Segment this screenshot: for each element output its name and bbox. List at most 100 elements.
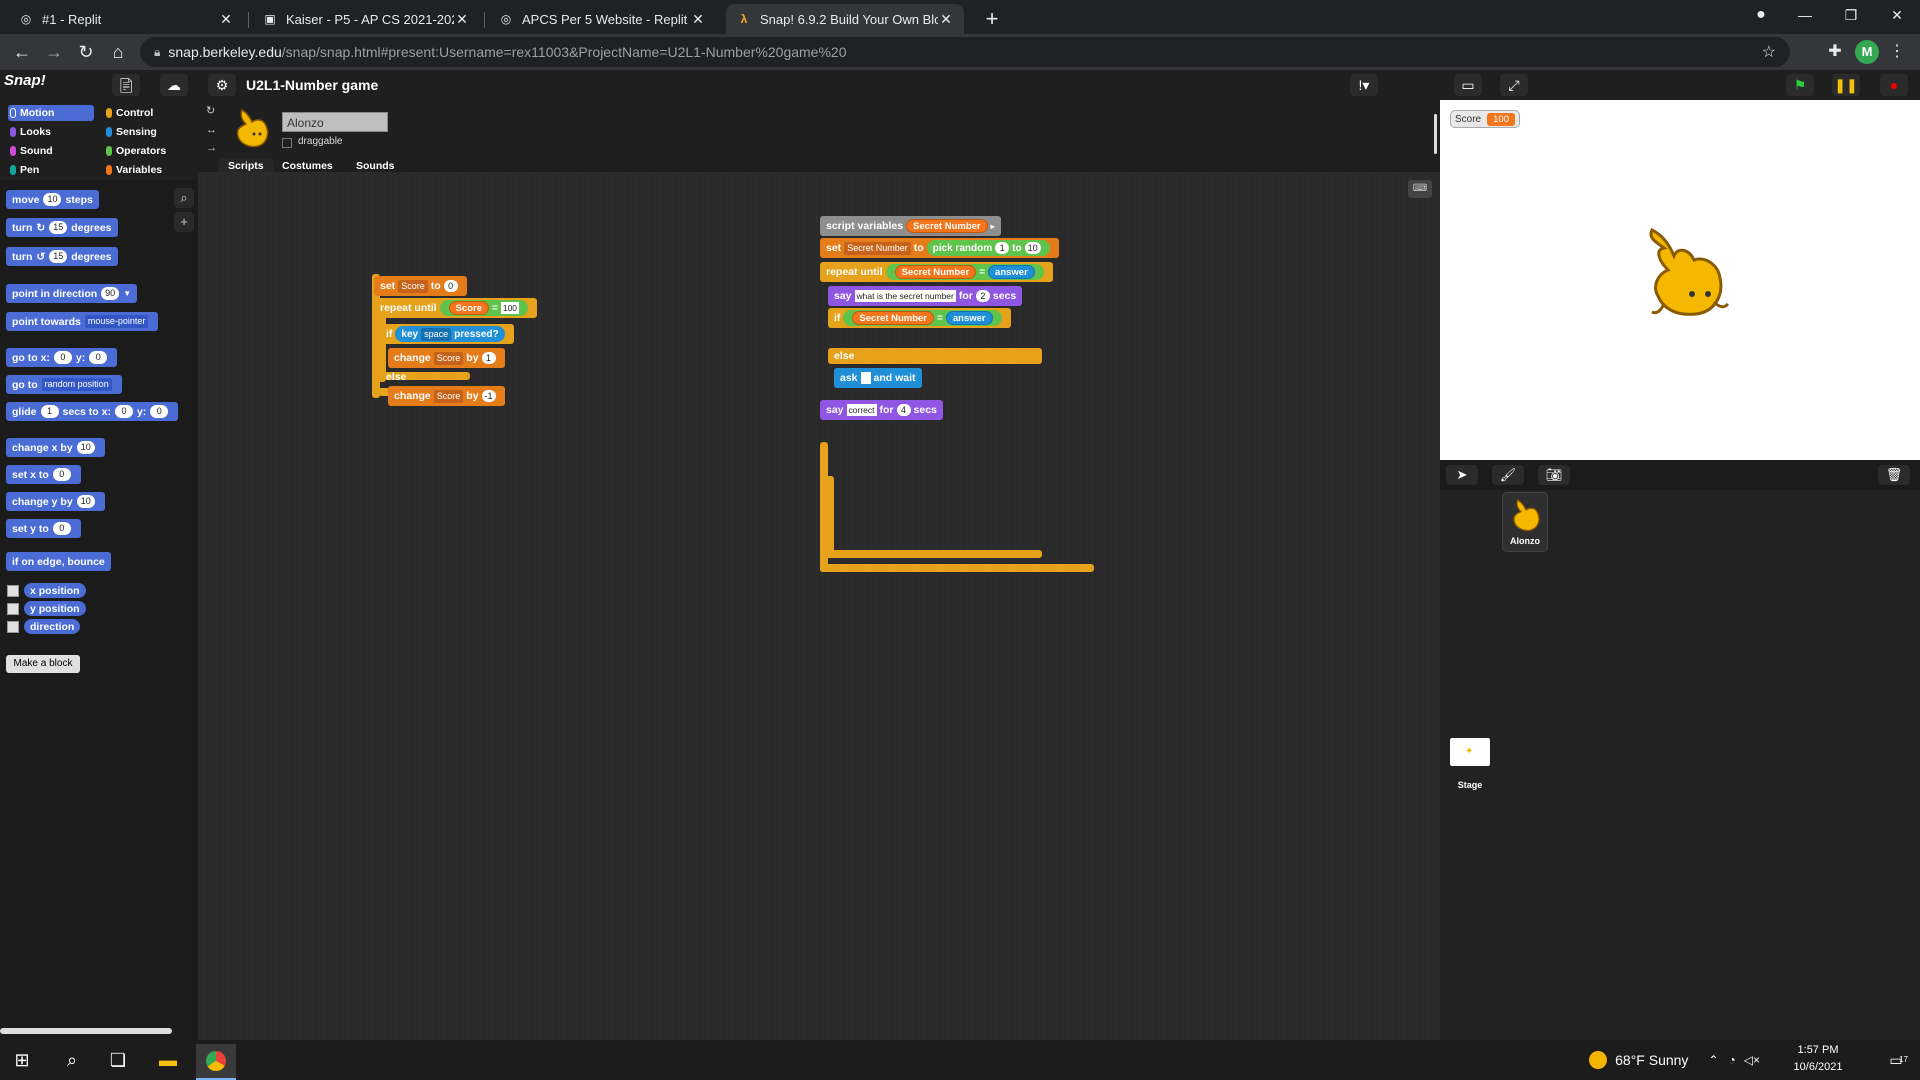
add-block-icon[interactable]: + [174, 212, 194, 232]
trash-icon[interactable]: 🗑︎ [1878, 465, 1910, 485]
block-slot[interactable]: 90 [101, 287, 120, 300]
secret-number-variable[interactable]: Secret Number [852, 311, 935, 325]
reporter-y-position[interactable]: y position [24, 601, 86, 616]
chrome-taskbar-icon[interactable] [196, 1044, 236, 1080]
camera-icon[interactable]: 📷︎ [1538, 465, 1570, 485]
block-slot[interactable]: 15 [49, 221, 68, 234]
file-icon[interactable]: 📄︎ [112, 74, 140, 96]
equals-predicate[interactable]: Secret Number = answer [843, 310, 1002, 326]
arrow-right-icon[interactable]: ▸ [991, 222, 995, 231]
block-dropdown[interactable]: mouse-pointer [84, 315, 149, 328]
block-turn-clockwise[interactable]: turn ↻ 15 degrees [6, 218, 118, 237]
block-move[interactable]: move 10 steps [6, 190, 99, 209]
settings-gear-icon[interactable]: ⚙ [208, 74, 236, 96]
block-change-score-down[interactable]: change Score by -1 [388, 386, 505, 406]
answer-reporter[interactable]: answer [945, 311, 993, 325]
close-tab-icon[interactable]: ✕ [690, 11, 706, 28]
stop-icon[interactable]: ● [1880, 74, 1908, 96]
score-watcher[interactable]: Score 100 [1450, 110, 1520, 128]
home-icon[interactable]: ⌂ [104, 38, 132, 66]
block-if-on-edge-bounce[interactable]: if on edge, bounce [6, 552, 111, 571]
key-dropdown[interactable]: space [421, 327, 452, 341]
value-slot[interactable]: 100 [500, 302, 520, 314]
equals-predicate[interactable]: Score = 100 [439, 300, 529, 316]
category-variables[interactable]: Variables [104, 162, 190, 178]
presentation-mode-icon[interactable]: ⤢ [1500, 74, 1528, 96]
category-control[interactable]: Control [104, 105, 190, 121]
tray-chevron-icon[interactable]: ⌃ [1708, 1053, 1718, 1067]
secret-number-variable[interactable]: Secret Number [894, 265, 977, 279]
block-set-x[interactable]: set x to 0 [6, 465, 81, 484]
new-tab-button[interactable]: + [978, 5, 1006, 33]
text-slot[interactable]: correct [846, 404, 877, 416]
block-slot[interactable]: 10 [76, 495, 95, 508]
weather-text[interactable]: 68°F Sunny [1615, 1052, 1688, 1068]
block-slot[interactable]: 0 [114, 405, 133, 418]
block-if-else[interactable]: if Secret Number = answer [828, 308, 1011, 328]
category-looks[interactable]: Looks [8, 124, 94, 140]
reporter-direction[interactable]: direction [24, 619, 81, 634]
reporter-x-position[interactable]: x position [24, 583, 86, 598]
block-slot[interactable]: 0 [89, 351, 108, 364]
close-tab-icon[interactable]: ✕ [454, 11, 470, 28]
restore-button[interactable]: ❐ [1828, 0, 1874, 32]
forward-icon[interactable]: → [40, 38, 68, 66]
block-glide[interactable]: glide 1 secs to x: 0 y: 0 [6, 402, 179, 421]
search-blocks-icon[interactable]: ⌕ [174, 188, 194, 208]
watcher-checkbox[interactable] [7, 621, 19, 633]
address-bar[interactable]: 🔒︎ snap.berkeley.edu/snap/snap.html#pres… [140, 37, 1790, 67]
stage[interactable]: Score 100 [1440, 100, 1920, 460]
block-script-variables[interactable]: script variables Secret Number ▸ [820, 216, 1001, 236]
equals-predicate[interactable]: Secret Number = answer [885, 264, 1044, 280]
extensions-icon[interactable]: ✚ [1822, 39, 1848, 65]
notification-icon[interactable]: ▭ 17 [1884, 1048, 1908, 1072]
value-slot[interactable]: 10 [1024, 242, 1041, 254]
palette-scrollbar[interactable] [0, 1028, 172, 1034]
block-slot[interactable]: 10 [43, 193, 62, 206]
normal-stage-icon[interactable]: ▭ [1454, 74, 1482, 96]
value-slot[interactable]: -1 [481, 390, 496, 402]
taskbar-clock[interactable]: 1:57 PM 10/6/2021 [1778, 1042, 1858, 1076]
close-tab-icon[interactable]: ✕ [938, 11, 954, 28]
block-go-to-xy[interactable]: go to x: 0 y: 0 [6, 348, 118, 367]
block-set-secret-number[interactable]: set Secret Number to pick random 1 to 10 [820, 238, 1059, 258]
snap-logo[interactable]: Snap! [4, 72, 52, 98]
key-pressed-predicate[interactable]: key space pressed? [395, 326, 505, 342]
scripts-area[interactable]: ⌨ set Score to 0 repeat until Score = 100 … [198, 172, 1440, 1040]
close-window-button[interactable]: ✕ [1874, 0, 1920, 32]
block-if-else[interactable]: if key space pressed? [380, 324, 514, 344]
var-dropdown[interactable]: Score [433, 351, 464, 365]
rotation-leftright-icon[interactable]: ↔ [206, 124, 217, 136]
volume-icon[interactable]: ◁× [1744, 1053, 1760, 1067]
tab-snap[interactable]: λ Snap! 6.9.2 Build Your Own Block ✕ [726, 4, 964, 34]
block-turn-counterclockwise[interactable]: turn ↺ 15 degrees [6, 247, 118, 266]
block-slot[interactable]: 10 [76, 441, 95, 454]
pick-random-reporter[interactable]: pick random 1 to 10 [926, 240, 1050, 256]
keyboard-entry-icon[interactable]: ⌨ [1408, 180, 1432, 198]
block-slot[interactable]: 0 [53, 351, 72, 364]
block-set-y[interactable]: set y to 0 [6, 519, 81, 538]
tab-search-icon[interactable]: ● [1738, 0, 1784, 32]
value-slot[interactable]: 1 [481, 352, 496, 364]
text-slot[interactable] [860, 372, 871, 384]
search-icon[interactable]: ⌕ [52, 1044, 92, 1076]
block-go-to[interactable]: go to random position [6, 375, 122, 394]
close-tab-icon[interactable]: ✕ [218, 11, 234, 28]
file-explorer-icon[interactable]: ▬ [148, 1044, 188, 1076]
sprite-bar-scrollbar[interactable] [1434, 114, 1437, 154]
block-repeat-until[interactable]: repeat until Score = 100 [374, 298, 538, 318]
unused-blocks-icon[interactable]: !▾ [1350, 74, 1378, 96]
block-change-score-up[interactable]: change Score by 1 [388, 348, 505, 368]
tab-kaiser[interactable]: ▣ Kaiser - P5 - AP CS 2021-2022 ✕ [252, 4, 480, 34]
back-icon[interactable]: ← [8, 38, 36, 66]
make-a-block-button[interactable]: Make a block [6, 655, 80, 673]
turtle-arrow-icon[interactable]: ➤ [1446, 465, 1478, 485]
stage-thumbnail[interactable]: ✦ [1450, 738, 1490, 766]
block-repeat-until[interactable]: repeat until Secret Number = answer [820, 262, 1053, 282]
block-ask-and-wait[interactable]: ask and wait [834, 368, 922, 388]
category-pen[interactable]: Pen [8, 162, 94, 178]
task-view-icon[interactable]: ❏ [98, 1044, 138, 1076]
rotation-any-icon[interactable]: ↻ [206, 104, 215, 117]
text-slot[interactable]: what is the secret number [854, 290, 956, 302]
block-slot[interactable]: 0 [150, 405, 169, 418]
